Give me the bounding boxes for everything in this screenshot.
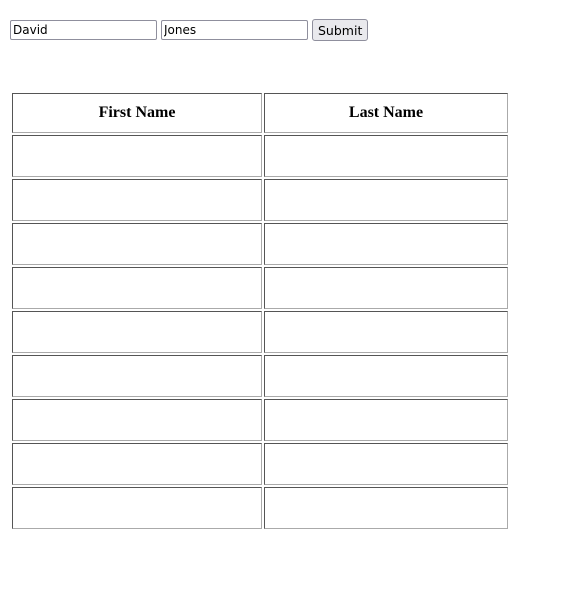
last-name-cell [264, 267, 508, 309]
last-name-cell [264, 399, 508, 441]
last-name-cell [264, 179, 508, 221]
first-name-cell [12, 355, 262, 397]
table-row [12, 311, 508, 353]
table-row [12, 223, 508, 265]
last-name-cell [264, 443, 508, 485]
first-name-cell [12, 223, 262, 265]
table-row [12, 135, 508, 177]
last-name-cell [264, 355, 508, 397]
submit-button[interactable]: Submit [312, 19, 369, 41]
first-name-cell [12, 267, 262, 309]
header-last-name: Last Name [264, 93, 508, 133]
first-name-cell [12, 135, 262, 177]
first-name-cell [12, 487, 262, 529]
first-name-cell [12, 443, 262, 485]
last-name-input[interactable] [161, 20, 308, 40]
table-row [12, 267, 508, 309]
header-row: First Name Last Name [12, 93, 508, 133]
last-name-cell [264, 311, 508, 353]
name-form: Submit [10, 19, 369, 41]
table-row [12, 399, 508, 441]
first-name-input[interactable] [10, 20, 157, 40]
table-row [12, 355, 508, 397]
first-name-cell [12, 311, 262, 353]
names-table: First Name Last Name [10, 91, 510, 531]
last-name-cell [264, 135, 508, 177]
last-name-cell [264, 223, 508, 265]
table-row [12, 487, 508, 529]
first-name-cell [12, 399, 262, 441]
table-row [12, 443, 508, 485]
table-row [12, 179, 508, 221]
header-first-name: First Name [12, 93, 262, 133]
first-name-cell [12, 179, 262, 221]
last-name-cell [264, 487, 508, 529]
